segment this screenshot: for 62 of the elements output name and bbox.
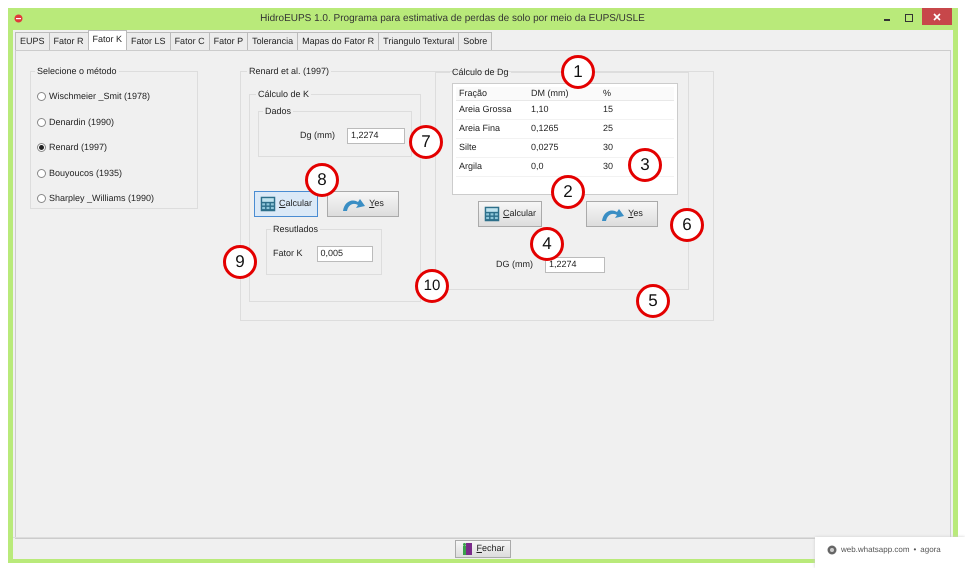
- table-cell-text: 30: [602, 160, 614, 174]
- exit-door-icon: [461, 542, 474, 556]
- input-field[interactable]: 1,2274: [545, 257, 605, 273]
- button[interactable]: Yes: [327, 191, 399, 217]
- button[interactable]: Yes: [586, 201, 658, 227]
- button[interactable]: Calcular: [254, 191, 318, 217]
- group-title: Dados: [264, 107, 292, 116]
- column-header: Fração: [458, 86, 488, 100]
- field-label: DG (mm): [496, 258, 533, 272]
- separator-dot: •: [913, 544, 916, 556]
- table-cell-text: Areia Fina: [458, 122, 502, 136]
- radio-button[interactable]: [37, 143, 46, 152]
- table-cell-text: 0,1265: [530, 122, 560, 136]
- browser-icon: [827, 544, 837, 554]
- radio-label[interactable]: Denardin (1990): [49, 116, 114, 129]
- field-label: Dg (mm): [300, 129, 335, 142]
- tab[interactable]: Triangulo Textural: [378, 32, 460, 50]
- table-cell-text: Silte: [458, 141, 478, 154]
- tab[interactable]: Tolerancia: [247, 32, 298, 50]
- radio-label[interactable]: Bouyoucos (1935): [49, 166, 122, 180]
- tab[interactable]: Fator C: [170, 32, 210, 50]
- column-header: %: [602, 86, 612, 100]
- tab[interactable]: Fator LS: [126, 32, 171, 50]
- window-title: HidroEUPS 1.0. Programa para estimativa de perdas de solo por meio da EUPS/USLE: [259, 12, 646, 26]
- close-button[interactable]: [922, 8, 952, 25]
- group-title: Renard et al. (1997): [248, 67, 330, 76]
- radio-button[interactable]: [37, 92, 46, 102]
- column-header: DM (mm): [530, 86, 570, 100]
- table-cell-text: Argila: [458, 160, 484, 174]
- notification-source: web.whatsapp.com: [841, 544, 910, 556]
- group-title: Cálculo de K: [257, 90, 310, 99]
- table-cell-text: 15: [602, 103, 614, 116]
- close-button[interactable]: Fechar: [455, 540, 510, 558]
- close-icon: [933, 12, 941, 20]
- radio-label[interactable]: Sharpley _Williams (1990): [49, 192, 154, 206]
- radio-button[interactable]: [37, 118, 46, 127]
- radio-label[interactable]: Renard (1997): [49, 141, 108, 154]
- group-title: Resutlados: [272, 225, 320, 234]
- group-title: Cálculo de Dg: [451, 68, 510, 77]
- tab[interactable]: Fator P: [208, 32, 248, 50]
- field-label: Fator K: [273, 247, 303, 260]
- maximize-icon[interactable]: [904, 13, 914, 23]
- tab[interactable]: Sobre: [458, 32, 492, 50]
- tab[interactable]: EUPS: [15, 32, 50, 50]
- radio-label[interactable]: Wischmeier _Smit (1978): [49, 90, 150, 104]
- tab[interactable]: Fator K: [88, 30, 128, 50]
- radio-button[interactable]: [37, 194, 46, 204]
- tab[interactable]: Fator R: [48, 32, 89, 50]
- table-cell-text: Areia Grossa: [458, 103, 513, 116]
- group-title: Selecione o método: [36, 67, 118, 76]
- notification-time: agora: [920, 544, 941, 556]
- table-cell-text: 0,0275: [530, 141, 560, 154]
- radio-button[interactable]: [37, 168, 46, 178]
- table-cell-text: 1,10: [530, 103, 550, 116]
- button[interactable]: Calcular: [478, 201, 542, 227]
- tab[interactable]: Mapas do Fator R: [297, 32, 380, 50]
- table-cell-text: 25: [602, 122, 614, 136]
- input-field[interactable]: 1,2274: [347, 128, 405, 144]
- table-cell-text: 0,0: [530, 160, 545, 174]
- app-icon: [14, 14, 23, 22]
- table-cell-text: 30: [602, 141, 614, 154]
- input-field[interactable]: 0,005: [316, 246, 373, 262]
